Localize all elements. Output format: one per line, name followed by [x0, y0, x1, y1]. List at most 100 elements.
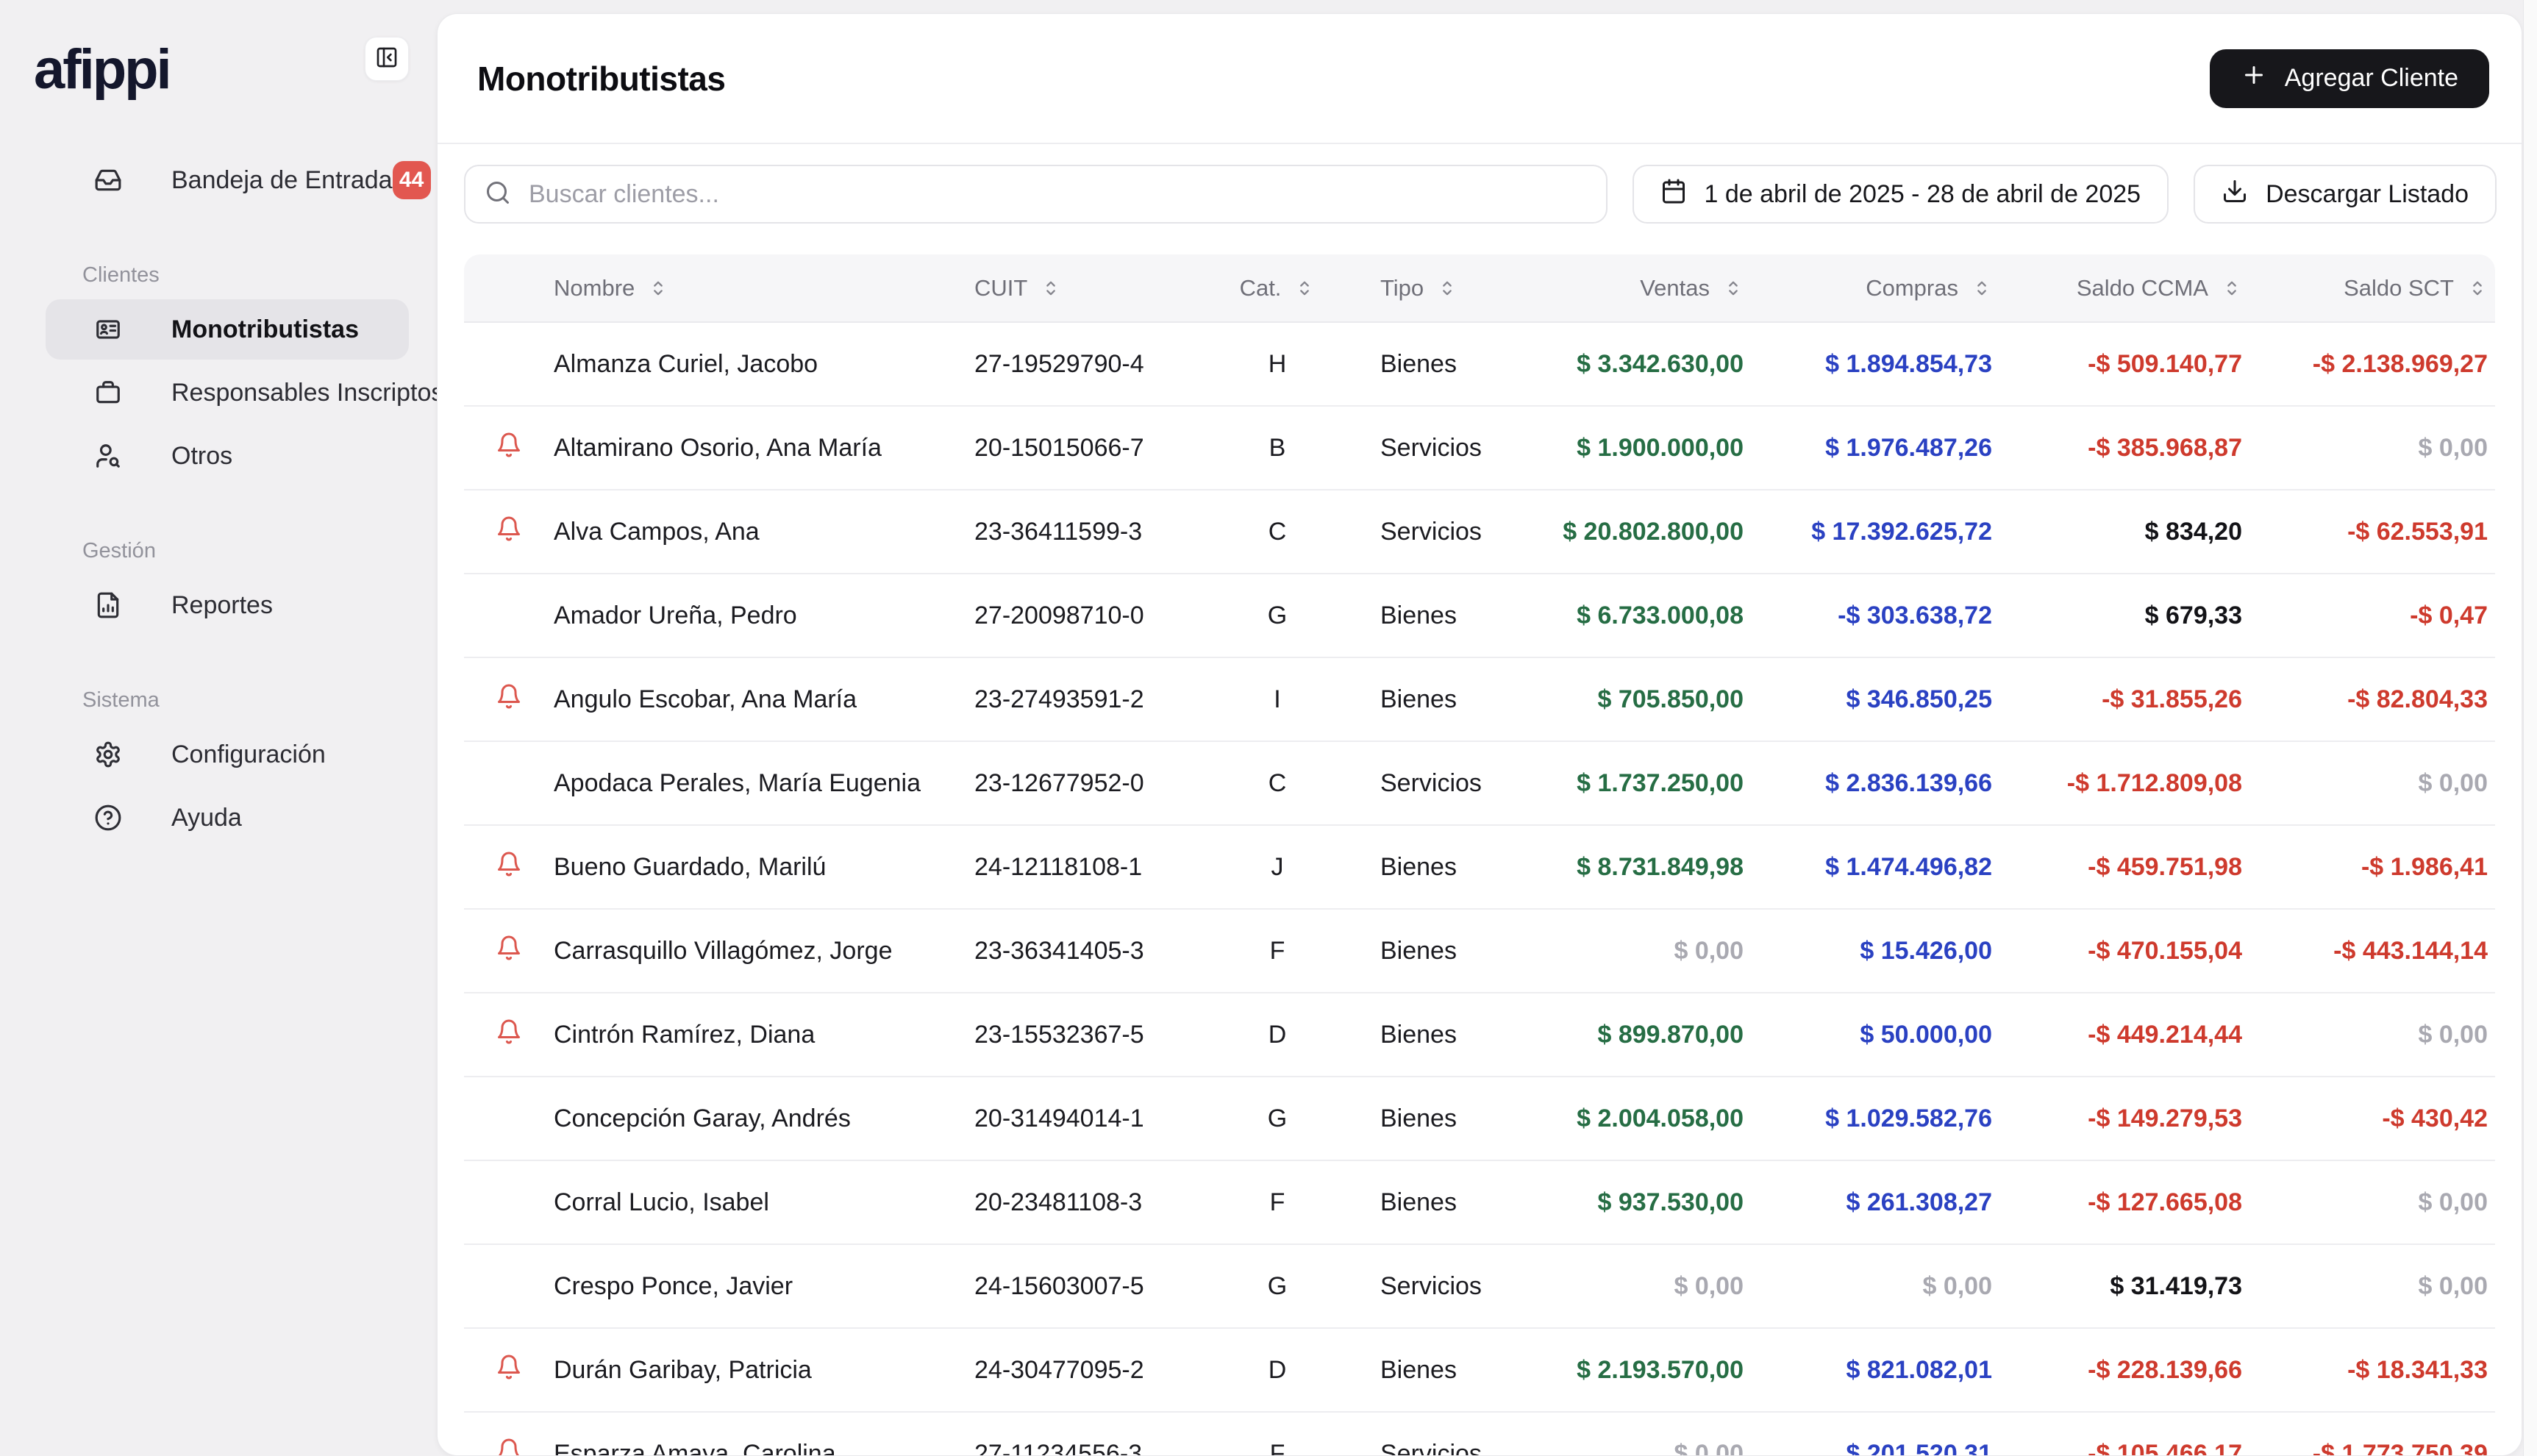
column-header-saldo-ccma[interactable]: Saldo CCMA	[2001, 275, 2251, 301]
cell-ventas: $ 3.342.630,00	[1508, 350, 1752, 379]
cell-cuit: 24-15603007-5	[974, 1272, 1221, 1301]
cell-ventas: $ 0,00	[1508, 1440, 1752, 1456]
sidebar-item-configuracion[interactable]: Configuración	[46, 724, 409, 785]
cell-compras: $ 261.308,27	[1752, 1188, 2001, 1217]
sidebar-item-monotributistas[interactable]: Monotributistas	[46, 299, 409, 360]
cell-tipo: Servicios	[1333, 1440, 1508, 1456]
gear-icon	[91, 738, 125, 771]
column-header-ventas[interactable]: Ventas	[1508, 275, 1752, 301]
cell-nombre: Cintrón Ramírez, Diana	[554, 1021, 974, 1049]
sidebar-item-label: Otros	[171, 442, 232, 471]
toolbar: 1 de abril de 2025 - 28 de abril de 2025…	[464, 165, 2497, 224]
alert-cell	[464, 1018, 554, 1052]
cell-saldo-sct: -$ 430,42	[2251, 1105, 2497, 1133]
table-row[interactable]: Concepción Garay, Andrés20-31494014-1GBi…	[464, 1077, 2495, 1161]
search-input[interactable]	[527, 179, 1587, 210]
sidebar-collapse-button[interactable]	[365, 37, 409, 81]
cell-saldo-ccma: -$ 385.968,87	[2001, 434, 2251, 463]
table-row[interactable]: Carrasquillo Villagómez, Jorge23-3634140…	[464, 910, 2495, 993]
cell-tipo: Bienes	[1333, 1356, 1508, 1385]
cell-categoria: D	[1221, 1021, 1333, 1049]
cell-compras: $ 201.520,31	[1752, 1440, 2001, 1456]
cell-saldo-ccma: -$ 228.139,66	[2001, 1356, 2251, 1385]
cell-cuit: 20-15015066-7	[974, 434, 1221, 463]
cell-categoria: F	[1221, 1440, 1333, 1456]
table-row[interactable]: Alva Campos, Ana23-36411599-3CServicios$…	[464, 490, 2495, 574]
cell-categoria: F	[1221, 1188, 1333, 1217]
sort-icon	[2467, 276, 2488, 300]
table-row[interactable]: Amador Ureña, Pedro27-20098710-0GBienes$…	[464, 574, 2495, 658]
table-row[interactable]: Cintrón Ramírez, Diana23-15532367-5DBien…	[464, 993, 2495, 1077]
table-row[interactable]: Corral Lucio, Isabel20-23481108-3FBienes…	[464, 1161, 2495, 1245]
sidebar-section-sistema: Configuración Ayuda	[46, 724, 409, 848]
cell-ventas: $ 0,00	[1508, 1272, 1752, 1301]
search-box	[464, 165, 1608, 224]
sidebar-item-responsables-inscriptos[interactable]: Responsables Inscriptos	[46, 363, 409, 423]
cell-saldo-sct: $ 0,00	[2251, 434, 2497, 463]
sidebar-item-reportes[interactable]: Reportes	[46, 575, 409, 635]
table-row[interactable]: Almanza Curiel, Jacobo27-19529790-4HBien…	[464, 323, 2495, 407]
table-row[interactable]: Bueno Guardado, Marilú24-12118108-1JBien…	[464, 826, 2495, 910]
alert-bell-icon	[496, 851, 522, 884]
sort-icon	[648, 276, 668, 300]
column-header-nombre[interactable]: Nombre	[554, 275, 974, 301]
add-client-button[interactable]: Agregar Cliente	[2210, 49, 2489, 108]
column-header-saldo-sct[interactable]: Saldo SCT	[2251, 275, 2497, 301]
cell-cuit: 23-36341405-3	[974, 937, 1221, 966]
cell-saldo-ccma: $ 31.419,73	[2001, 1272, 2251, 1301]
table-row[interactable]: Durán Garibay, Patricia24-30477095-2DBie…	[464, 1329, 2495, 1413]
cell-saldo-ccma: -$ 105.466,17	[2001, 1440, 2251, 1456]
user-search-icon	[91, 439, 125, 473]
sort-icon	[2222, 276, 2242, 300]
sidebar-sections: ClientesMonotributistasResponsables Insc…	[0, 263, 437, 848]
column-header-cuit[interactable]: CUIT	[974, 275, 1221, 301]
cell-cuit: 27-19529790-4	[974, 350, 1221, 379]
table-row[interactable]: Angulo Escobar, Ana María23-27493591-2IB…	[464, 658, 2495, 742]
table-row[interactable]: Altamirano Osorio, Ana María20-15015066-…	[464, 407, 2495, 490]
cell-nombre: Concepción Garay, Andrés	[554, 1105, 974, 1133]
column-header-cat[interactable]: Cat.	[1221, 275, 1333, 301]
cell-ventas: $ 937.530,00	[1508, 1188, 1752, 1217]
cell-cuit: 20-31494014-1	[974, 1105, 1221, 1133]
cell-ventas: $ 20.802.800,00	[1508, 518, 1752, 546]
sidebar-item-otros[interactable]: Otros	[46, 426, 409, 486]
page-scrollbar[interactable]	[2523, 0, 2537, 1456]
search-icon	[485, 179, 511, 210]
cell-nombre: Amador Ureña, Pedro	[554, 602, 974, 630]
cell-categoria: C	[1221, 518, 1333, 546]
cell-saldo-sct: -$ 2.138.969,27	[2251, 350, 2497, 379]
cell-categoria: G	[1221, 1272, 1333, 1301]
cell-categoria: C	[1221, 769, 1333, 798]
alert-cell	[464, 935, 554, 968]
table-row[interactable]: Apodaca Perales, María Eugenia23-1267795…	[464, 742, 2495, 826]
cell-nombre: Bueno Guardado, Marilú	[554, 853, 974, 882]
column-label: Saldo SCT	[2344, 275, 2454, 301]
cell-compras: $ 1.894.854,73	[1752, 350, 2001, 379]
cell-saldo-sct: -$ 18.341,33	[2251, 1356, 2497, 1385]
sidebar-header: afippi	[34, 37, 409, 103]
cell-compras: -$ 303.638,72	[1752, 602, 2001, 630]
sort-icon	[1294, 276, 1315, 300]
cell-compras: $ 15.426,00	[1752, 937, 2001, 966]
column-header-tipo[interactable]: Tipo	[1333, 275, 1508, 301]
cell-cuit: 27-20098710-0	[974, 602, 1221, 630]
table-row[interactable]: Esparza Amaya, Carolina27-11234556-3FSer…	[464, 1413, 2495, 1456]
date-range-button[interactable]: 1 de abril de 2025 - 28 de abril de 2025	[1633, 165, 2169, 224]
sidebar-item-label: Configuración	[171, 741, 326, 769]
download-list-label: Descargar Listado	[2266, 180, 2469, 209]
sidebar-item-bandeja-de-entrada[interactable]: Bandeja de Entrada 44	[46, 150, 409, 210]
download-list-button[interactable]: Descargar Listado	[2194, 165, 2497, 224]
cell-ventas: $ 2.193.570,00	[1508, 1356, 1752, 1385]
cell-categoria: H	[1221, 350, 1333, 379]
sidebar-section-label-gestion: Gestión	[82, 539, 409, 563]
app-logo: afippi	[34, 37, 170, 103]
cell-categoria: B	[1221, 434, 1333, 463]
add-client-label: Agregar Cliente	[2285, 64, 2458, 93]
download-icon	[2222, 178, 2248, 211]
cell-saldo-ccma: -$ 459.751,98	[2001, 853, 2251, 882]
cell-tipo: Bienes	[1333, 1105, 1508, 1133]
sidebar-item-ayuda[interactable]: Ayuda	[46, 788, 409, 848]
cell-nombre: Esparza Amaya, Carolina	[554, 1440, 974, 1456]
column-header-compras[interactable]: Compras	[1752, 275, 2001, 301]
table-row[interactable]: Crespo Ponce, Javier24-15603007-5GServic…	[464, 1245, 2495, 1329]
